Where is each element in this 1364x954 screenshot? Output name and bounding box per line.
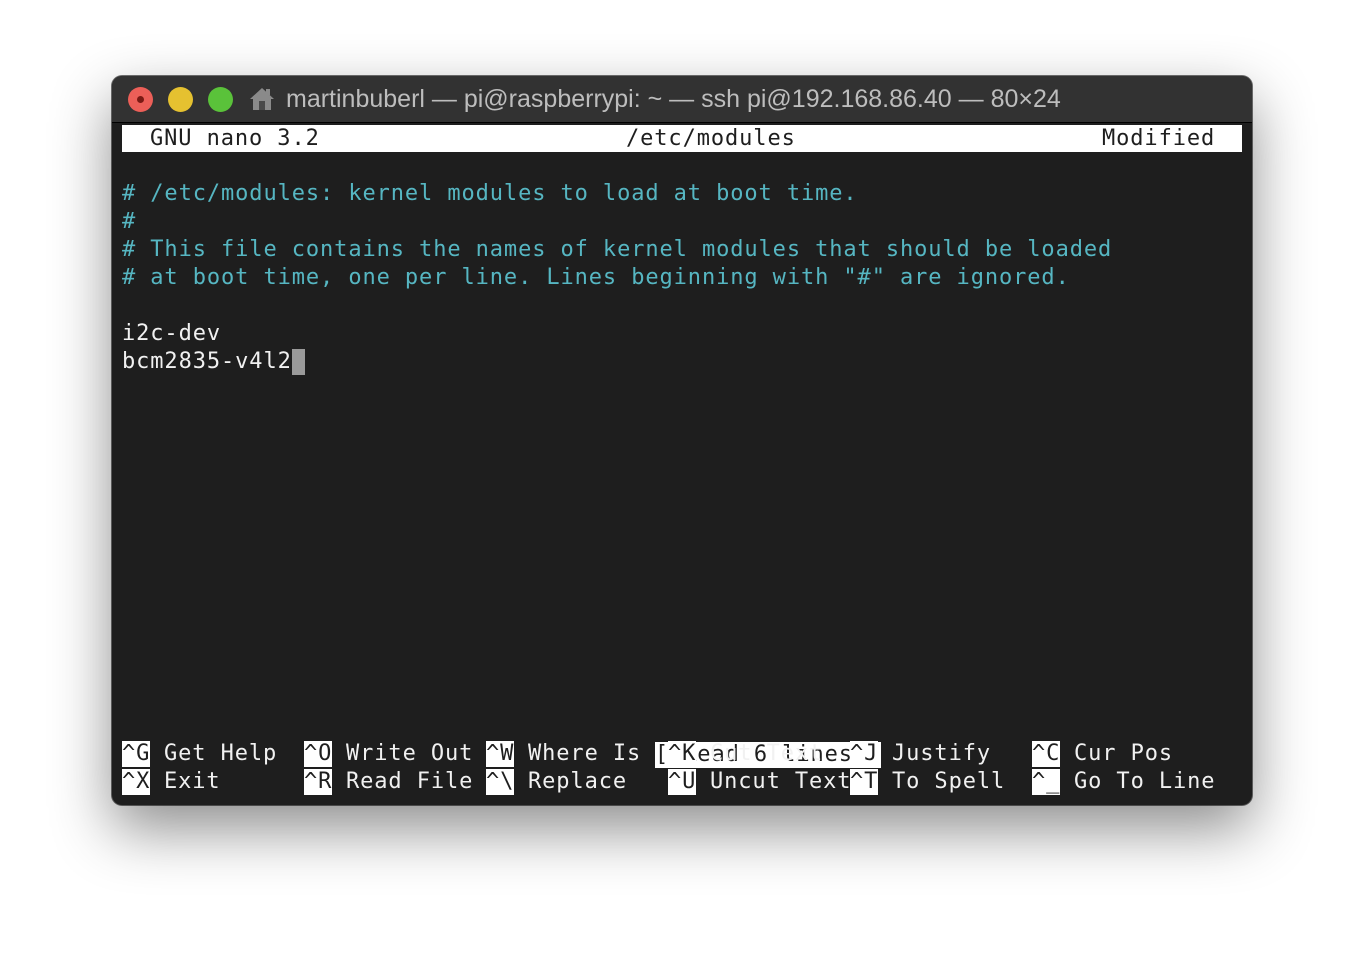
shortcut-key[interactable]: ^K <box>668 741 697 767</box>
file-line: # /etc/modules: kernel modules to load a… <box>122 181 858 206</box>
file-name: /etc/modules <box>626 126 796 151</box>
home-icon <box>250 88 274 110</box>
close-button[interactable] <box>128 87 153 112</box>
shortcut-key[interactable]: ^J <box>850 741 879 767</box>
shortcut-key[interactable]: ^T <box>850 769 879 795</box>
shortcut-key[interactable]: ^_ <box>1032 769 1061 795</box>
shortcut-key[interactable]: ^R <box>304 769 333 795</box>
shortcut-label[interactable]: Uncut Text <box>710 768 851 796</box>
shortcut-key[interactable]: ^C <box>1032 741 1061 767</box>
status-bar: [ Read 6 lines ] <box>570 712 882 768</box>
shortcut-key[interactable]: ^G <box>122 741 151 767</box>
zoom-button[interactable] <box>208 87 233 112</box>
file-line: # <box>122 209 137 234</box>
file-line: i2c-dev <box>122 321 222 346</box>
file-line-cursor: bcm2835-v4l2 <box>122 348 305 376</box>
shortcut-label[interactable]: Replace <box>528 768 627 796</box>
shortcut-label[interactable]: Go To Line <box>1074 768 1215 796</box>
shortcut-key[interactable]: ^W <box>486 741 515 767</box>
shortcut-label[interactable]: Exit <box>164 768 221 796</box>
shortcut-key[interactable]: ^O <box>304 741 333 767</box>
shortcut-label[interactable]: Write Out <box>346 740 473 768</box>
close-icon <box>137 96 144 103</box>
terminal-window: martinbuberl — pi@raspberrypi: ~ — ssh p… <box>112 76 1252 805</box>
shortcut-label[interactable]: Read File <box>346 768 473 796</box>
shortcut-label[interactable]: Cut Text <box>710 740 823 768</box>
window-title: martinbuberl — pi@raspberrypi: ~ — ssh p… <box>286 85 1061 113</box>
shortcut-label[interactable]: Justify <box>892 740 991 768</box>
shortcut-key[interactable]: ^\ <box>486 769 515 795</box>
shortcut-key[interactable]: ^X <box>122 769 151 795</box>
shortcut-label[interactable]: Get Help <box>164 740 277 768</box>
modified-indicator: Modified <box>1102 126 1216 151</box>
text-cursor <box>291 349 305 375</box>
file-line: # at boot time, one per line. Lines begi… <box>122 265 1070 290</box>
minimize-button[interactable] <box>168 87 193 112</box>
shortcut-label[interactable]: Where Is <box>528 740 641 768</box>
title-bar[interactable]: martinbuberl — pi@raspberrypi: ~ — ssh p… <box>112 76 1252 123</box>
nano-version: GNU nano 3.2 <box>150 126 320 151</box>
shortcut-label[interactable]: To Spell <box>892 768 1005 796</box>
shortcut-label[interactable]: Cur Pos <box>1074 740 1173 768</box>
nano-header: GNU nano 3.2 /etc/modules Modified <box>122 125 1242 152</box>
file-line: # This file contains the names of kernel… <box>122 237 1113 262</box>
file-line: bcm2835-v4l2 <box>122 349 292 374</box>
shortcut-key[interactable]: ^U <box>668 769 697 795</box>
